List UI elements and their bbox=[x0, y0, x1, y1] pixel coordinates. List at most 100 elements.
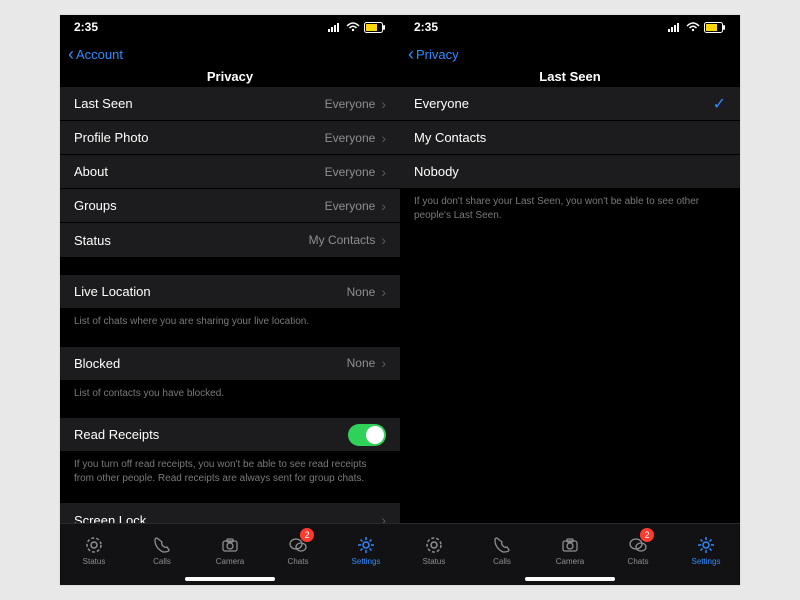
row-value: Everyone bbox=[325, 199, 376, 213]
row-groups[interactable]: Groups Everyone › bbox=[60, 189, 400, 223]
tab-settings[interactable]: Settings bbox=[332, 524, 400, 577]
chevron-right-icon: › bbox=[381, 284, 386, 300]
chevron-right-icon: › bbox=[381, 232, 386, 248]
privacy-group-live-location: Live Location None › List of chats where… bbox=[60, 275, 400, 329]
tab-chats[interactable]: 2 Chats bbox=[604, 524, 672, 577]
status-time: 2:35 bbox=[74, 20, 98, 34]
tab-label: Status bbox=[423, 557, 446, 566]
phone-icon bbox=[152, 535, 172, 555]
toggle-read-receipts[interactable] bbox=[348, 424, 386, 446]
gear-icon bbox=[696, 535, 716, 555]
tab-label: Camera bbox=[556, 557, 584, 566]
option-label: My Contacts bbox=[414, 130, 726, 145]
privacy-group-blocked: Blocked None › List of contacts you have… bbox=[60, 347, 400, 401]
chevron-right-icon: › bbox=[381, 512, 386, 523]
status-icons bbox=[328, 22, 386, 33]
privacy-content[interactable]: Last Seen Everyone › Profile Photo Every… bbox=[60, 69, 400, 523]
back-button[interactable]: ‹ Privacy bbox=[408, 45, 459, 63]
tab-calls[interactable]: Calls bbox=[468, 524, 536, 577]
tab-status[interactable]: Status bbox=[60, 524, 128, 577]
row-last-seen[interactable]: Last Seen Everyone › bbox=[60, 87, 400, 121]
badge-chats: 2 bbox=[300, 528, 314, 542]
gear-icon bbox=[356, 535, 376, 555]
status-bar: 2:35 bbox=[400, 15, 740, 39]
row-profile-photo[interactable]: Profile Photo Everyone › bbox=[60, 121, 400, 155]
signal-icon bbox=[668, 22, 682, 32]
row-screen-lock[interactable]: Screen Lock › bbox=[60, 503, 400, 523]
navbar: ‹ Privacy Last Seen bbox=[400, 39, 740, 69]
row-label: Read Receipts bbox=[74, 427, 348, 442]
back-label: Privacy bbox=[416, 47, 459, 62]
badge-chats: 2 bbox=[640, 528, 654, 542]
status-icon bbox=[424, 535, 444, 555]
back-button[interactable]: ‹ Account bbox=[68, 45, 123, 63]
status-bar: 2:35 bbox=[60, 15, 400, 39]
tab-camera[interactable]: Camera bbox=[196, 524, 264, 577]
row-label: About bbox=[74, 164, 325, 179]
option-my-contacts[interactable]: My Contacts bbox=[400, 121, 740, 155]
row-label: Groups bbox=[74, 198, 325, 213]
privacy-group-visibility: Last Seen Everyone › Profile Photo Every… bbox=[60, 87, 400, 257]
row-value: Everyone bbox=[325, 131, 376, 145]
row-label: Blocked bbox=[74, 356, 347, 371]
privacy-group-read-receipts: Read Receipts If you turn off read recei… bbox=[60, 418, 400, 485]
phone-icon bbox=[492, 535, 512, 555]
signal-icon bbox=[328, 22, 342, 32]
home-indicator[interactable] bbox=[525, 577, 615, 581]
tab-bar: Status Calls Camera 2 Chats Settin bbox=[400, 523, 740, 577]
status-icons bbox=[668, 22, 726, 33]
row-label: Last Seen bbox=[74, 96, 325, 111]
home-indicator[interactable] bbox=[185, 577, 275, 581]
row-live-location[interactable]: Live Location None › bbox=[60, 275, 400, 309]
footer-read-receipts: If you turn off read receipts, you won't… bbox=[60, 452, 400, 485]
checkmark-icon: ✓ bbox=[713, 94, 726, 114]
row-label: Status bbox=[74, 233, 309, 248]
row-value: Everyone bbox=[325, 165, 376, 179]
tab-label: Chats bbox=[288, 557, 309, 566]
tab-label: Settings bbox=[352, 557, 381, 566]
row-label: Live Location bbox=[74, 284, 347, 299]
last-seen-options: Everyone ✓ My Contacts Nobody If you don… bbox=[400, 87, 740, 222]
chevron-right-icon: › bbox=[381, 164, 386, 180]
row-blocked[interactable]: Blocked None › bbox=[60, 347, 400, 381]
option-label: Everyone bbox=[414, 96, 713, 111]
option-nobody[interactable]: Nobody bbox=[400, 155, 740, 189]
tab-status[interactable]: Status bbox=[400, 524, 468, 577]
row-value: None bbox=[347, 356, 376, 370]
row-value: My Contacts bbox=[309, 233, 376, 247]
tab-chats[interactable]: 2 Chats bbox=[264, 524, 332, 577]
tab-label: Calls bbox=[153, 557, 171, 566]
chevron-left-icon: ‹ bbox=[408, 45, 414, 63]
row-value: Everyone bbox=[325, 97, 376, 111]
back-label: Account bbox=[76, 47, 123, 62]
battery-icon bbox=[704, 22, 726, 33]
toggle-knob bbox=[366, 426, 384, 444]
wifi-icon bbox=[686, 22, 700, 32]
phone-privacy: 2:35 ‹ Account Privacy Last Seen Ever bbox=[60, 15, 400, 585]
tab-settings[interactable]: Settings bbox=[672, 524, 740, 577]
chevron-right-icon: › bbox=[381, 96, 386, 112]
bottom-area: Status Calls Camera 2 Chats Settin bbox=[400, 523, 740, 585]
phone-last-seen: 2:35 ‹ Privacy Last Seen Everyone ✓ bbox=[400, 15, 740, 585]
row-read-receipts[interactable]: Read Receipts bbox=[60, 418, 400, 452]
wifi-icon bbox=[346, 22, 360, 32]
row-value: None bbox=[347, 285, 376, 299]
tab-label: Calls bbox=[493, 557, 511, 566]
tab-label: Camera bbox=[216, 557, 244, 566]
footer-live-location: List of chats where you are sharing your… bbox=[60, 309, 400, 329]
battery-icon bbox=[364, 22, 386, 33]
status-time: 2:35 bbox=[414, 20, 438, 34]
tab-calls[interactable]: Calls bbox=[128, 524, 196, 577]
chevron-right-icon: › bbox=[381, 355, 386, 371]
chevron-left-icon: ‹ bbox=[68, 45, 74, 63]
status-icon bbox=[84, 535, 104, 555]
footer-blocked: List of contacts you have blocked. bbox=[60, 381, 400, 401]
camera-icon bbox=[560, 535, 580, 555]
row-about[interactable]: About Everyone › bbox=[60, 155, 400, 189]
row-status[interactable]: Status My Contacts › bbox=[60, 223, 400, 257]
last-seen-content[interactable]: Everyone ✓ My Contacts Nobody If you don… bbox=[400, 69, 740, 523]
tab-camera[interactable]: Camera bbox=[536, 524, 604, 577]
bottom-area: Status Calls Camera 2 Chats Settin bbox=[60, 523, 400, 585]
option-everyone[interactable]: Everyone ✓ bbox=[400, 87, 740, 121]
camera-icon bbox=[220, 535, 240, 555]
